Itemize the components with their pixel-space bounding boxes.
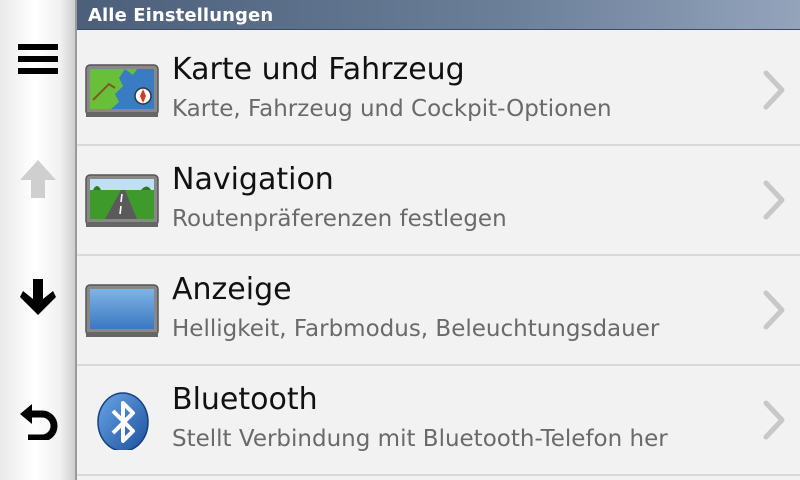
- item-subtitle: Helligkeit, Farbmodus, Beleuchtungsdauer: [172, 316, 660, 342]
- left-rail: [0, 0, 77, 480]
- back-icon: [16, 396, 60, 440]
- chevron-right-icon: [762, 70, 786, 114]
- list-item-display[interactable]: Anzeige Helligkeit, Farbmodus, Beleuchtu…: [77, 256, 800, 366]
- chevron-right-icon: [762, 180, 786, 224]
- list-item-navigation[interactable]: Navigation Routenpräferenzen festlegen: [77, 146, 800, 256]
- settings-list: Karte und Fahrzeug Karte, Fahrzeug und C…: [77, 36, 800, 476]
- item-title: Anzeige: [172, 272, 292, 307]
- map-icon: [85, 62, 161, 120]
- header-bar: Alle Einstellungen: [77, 0, 800, 30]
- chevron-right-icon: [762, 290, 786, 334]
- item-title: Karte und Fahrzeug: [172, 52, 465, 87]
- scroll-down-button[interactable]: [0, 262, 75, 332]
- bluetooth-icon: [85, 392, 161, 452]
- list-item-map-vehicle[interactable]: Karte und Fahrzeug Karte, Fahrzeug und C…: [77, 36, 800, 146]
- arrow-up-icon: [18, 158, 58, 200]
- item-title: Navigation: [172, 162, 334, 197]
- arrow-down-icon: [18, 277, 58, 317]
- item-subtitle: Routenpräferenzen festlegen: [172, 206, 507, 232]
- road-icon: [85, 172, 161, 230]
- scroll-up-button[interactable]: [0, 144, 75, 214]
- back-button[interactable]: [0, 383, 75, 453]
- item-title: Bluetooth: [172, 382, 318, 417]
- display-icon: [85, 282, 161, 340]
- page-title: Alle Einstellungen: [88, 5, 274, 26]
- item-subtitle: Stellt Verbindung mit Bluetooth-Telefon …: [172, 426, 668, 452]
- list-item-bluetooth[interactable]: Bluetooth Stellt Verbindung mit Bluetoot…: [77, 366, 800, 476]
- chevron-right-icon: [762, 400, 786, 444]
- menu-button[interactable]: [0, 24, 75, 94]
- menu-icon: [17, 42, 58, 76]
- item-subtitle: Karte, Fahrzeug und Cockpit-Optionen: [172, 96, 612, 122]
